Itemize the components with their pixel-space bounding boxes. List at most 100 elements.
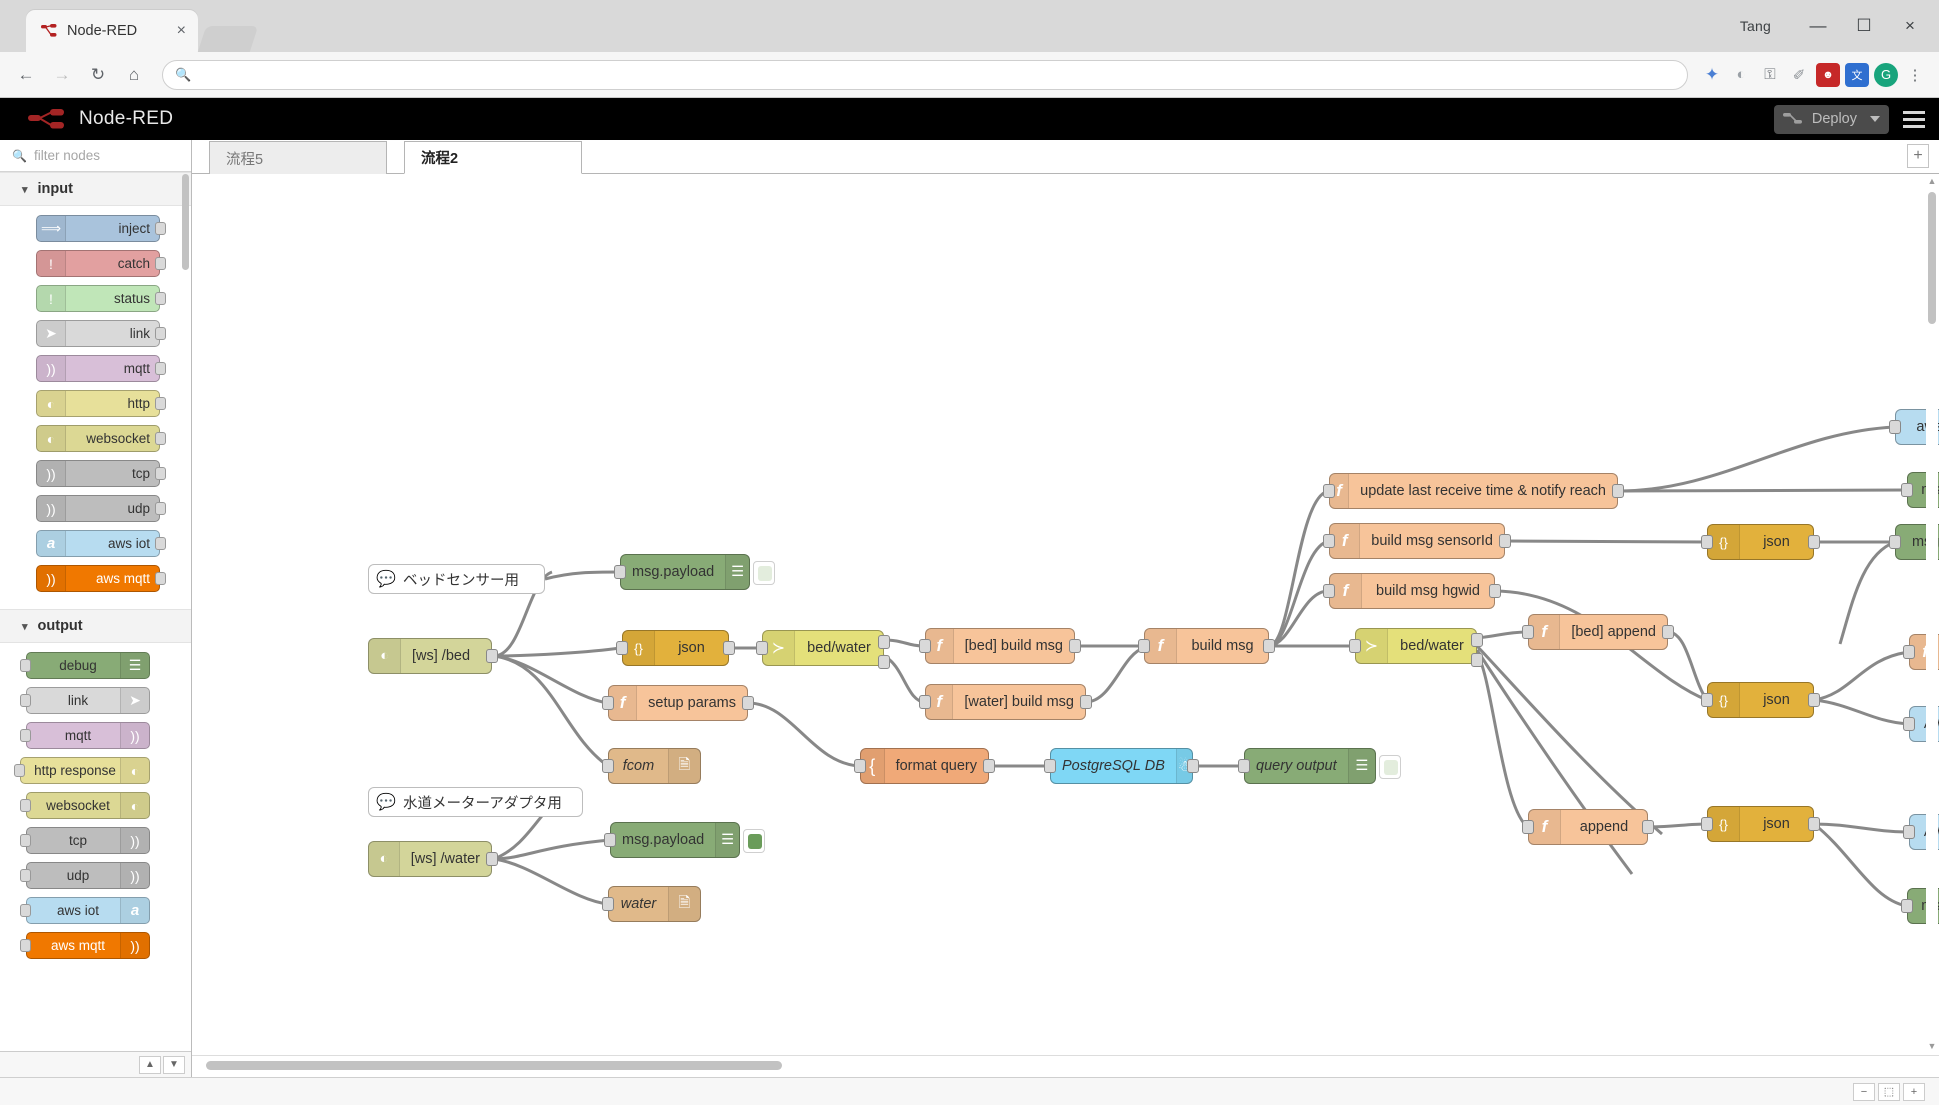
zoom-out-button[interactable]: − (1853, 1083, 1875, 1101)
node-fn-update-last-receive[interactable]: f update last receive time & notify reac… (1329, 473, 1618, 509)
palette-node-http-response[interactable]: http response ◐ (20, 757, 150, 784)
node-fn-bed-build-msg[interactable]: f [bed] build msg (925, 628, 1075, 664)
input-port[interactable] (1522, 625, 1534, 639)
node-switch-bed-water-1[interactable]: ≻ bed/water (762, 630, 884, 666)
input-port[interactable] (20, 834, 31, 847)
extension-globe-icon[interactable]: ◐ (1729, 63, 1753, 87)
browser-tab-node-red[interactable]: Node-RED × (26, 10, 198, 52)
node-fn-water-build-msg[interactable]: f [water] build msg (925, 684, 1086, 720)
input-port[interactable] (1701, 693, 1713, 707)
output-port[interactable] (1263, 639, 1275, 653)
flow-tab-1[interactable]: 流程5 (209, 141, 387, 174)
input-port[interactable] (614, 565, 626, 579)
output-port-2[interactable] (1471, 653, 1483, 667)
output-port[interactable] (1499, 534, 1511, 548)
debug-status-toggle[interactable] (743, 829, 765, 853)
extension-translate-icon[interactable]: 文 (1845, 63, 1869, 87)
filter-nodes-input[interactable]: filter nodes (34, 148, 100, 163)
node-ws-bed[interactable]: ◐ [ws] /bed (368, 638, 492, 674)
input-port[interactable] (604, 833, 616, 847)
output-port[interactable] (1808, 693, 1820, 707)
palette-node-inject[interactable]: ⟹ inject (36, 215, 160, 242)
flow-tab-2[interactable]: 流程2 (404, 141, 582, 174)
palette-node-catch[interactable]: ! catch (36, 250, 160, 277)
output-port[interactable] (155, 292, 166, 305)
debug-status-toggle[interactable] (753, 561, 775, 585)
node-debug-bed-payload[interactable]: msg.payload ☰ (620, 554, 750, 590)
extension-shield-icon[interactable]: ⚿ (1758, 63, 1782, 87)
output-port[interactable] (155, 432, 166, 445)
output-port[interactable] (155, 362, 166, 375)
deploy-button[interactable]: Deploy (1774, 105, 1889, 134)
canvas-vertical-scrollbar-thumb[interactable] (1928, 192, 1936, 324)
input-port[interactable] (616, 641, 628, 655)
input-port[interactable] (20, 729, 31, 742)
output-port[interactable] (1642, 820, 1654, 834)
input-port[interactable] (1701, 535, 1713, 549)
input-port[interactable] (1238, 759, 1250, 773)
node-fn-build-msg[interactable]: f build msg (1144, 628, 1269, 664)
palette-node-mqtt-out[interactable]: mqtt )) (26, 722, 150, 749)
input-port[interactable] (1044, 759, 1056, 773)
output-port[interactable] (1808, 535, 1820, 549)
input-port[interactable] (602, 759, 614, 773)
reload-icon[interactable]: ↻ (82, 59, 114, 91)
input-port[interactable] (20, 869, 31, 882)
input-port[interactable] (1349, 639, 1361, 653)
input-port[interactable] (14, 764, 25, 777)
debug-status-toggle[interactable] (1379, 755, 1401, 779)
node-ws-water[interactable]: ◐ [ws] /water (368, 841, 492, 877)
output-port[interactable] (155, 222, 166, 235)
node-json-3[interactable]: {} json (1707, 682, 1814, 718)
palette-node-status[interactable]: ! status (36, 285, 160, 312)
node-file-fcom[interactable]: fcom 🗎 (608, 748, 701, 784)
input-port[interactable] (854, 759, 866, 773)
input-port[interactable] (20, 659, 31, 672)
output-port[interactable] (486, 649, 498, 663)
input-port[interactable] (1323, 584, 1335, 598)
output-port[interactable] (155, 467, 166, 480)
input-port[interactable] (1889, 420, 1901, 434)
output-port[interactable] (1069, 639, 1081, 653)
palette-node-websocket-in[interactable]: ◐ websocket (36, 425, 160, 452)
node-json-1[interactable]: {} json (622, 630, 729, 666)
scroll-up-icon[interactable]: ▲ (1927, 176, 1937, 188)
output-port[interactable] (1662, 625, 1674, 639)
add-tab-icon[interactable]: + (1907, 144, 1929, 168)
palette-node-tcp-out[interactable]: tcp )) (26, 827, 150, 854)
window-close-icon[interactable]: × (1887, 7, 1933, 45)
input-port[interactable] (1903, 825, 1915, 839)
scroll-down-icon[interactable]: ▼ (1927, 1041, 1937, 1053)
home-icon[interactable]: ⌂ (118, 59, 150, 91)
flow-canvas-inner[interactable]: 💬 ベッドセンサー用 💬 水道メーターアダプタ用 ◐ [ws] /bed (192, 174, 1939, 1055)
output-port[interactable] (983, 759, 995, 773)
output-port[interactable] (155, 327, 166, 340)
input-port[interactable] (20, 904, 31, 917)
palette-node-websocket-out[interactable]: websocket ◐ (26, 792, 150, 819)
input-port[interactable] (20, 939, 31, 952)
node-postgresql-db[interactable]: PostgreSQL DB ☃ (1050, 748, 1193, 784)
canvas-vertical-scrollbar[interactable]: ▲ ▼ (1926, 174, 1938, 1055)
zoom-in-button[interactable]: + (1903, 1083, 1925, 1101)
node-json-4[interactable]: {} json (1707, 806, 1814, 842)
input-port[interactable] (1903, 645, 1915, 659)
output-port[interactable] (723, 641, 735, 655)
hamburger-menu-icon[interactable] (1899, 98, 1939, 140)
palette-filter[interactable]: 🔍 filter nodes (0, 140, 191, 172)
palette-node-aws-mqtt-out[interactable]: aws mqtt )) (26, 932, 150, 959)
input-port[interactable] (1901, 899, 1913, 913)
canvas-horizontal-scrollbar-track[interactable] (206, 1061, 1913, 1070)
extension-red-icon[interactable]: ☻ (1816, 63, 1840, 87)
extension-grammarly-icon[interactable]: G (1874, 63, 1898, 87)
node-fn-build-msg-sensorid[interactable]: f build msg sensorId (1329, 523, 1505, 559)
palette-node-mqtt-in[interactable]: )) mqtt (36, 355, 160, 382)
input-port[interactable] (602, 897, 614, 911)
address-bar[interactable]: 🔍 (162, 60, 1688, 90)
palette-node-tcp-in[interactable]: )) tcp (36, 460, 160, 487)
output-port[interactable] (155, 257, 166, 270)
palette-node-link-in[interactable]: ➤ link (36, 320, 160, 347)
canvas-horizontal-scrollbar[interactable] (192, 1055, 1939, 1077)
palette-category-output[interactable]: ▾ output (0, 609, 191, 643)
node-fn-build-msg-hgwid[interactable]: f build msg hgwid (1329, 573, 1495, 609)
output-port-2[interactable] (878, 655, 890, 669)
